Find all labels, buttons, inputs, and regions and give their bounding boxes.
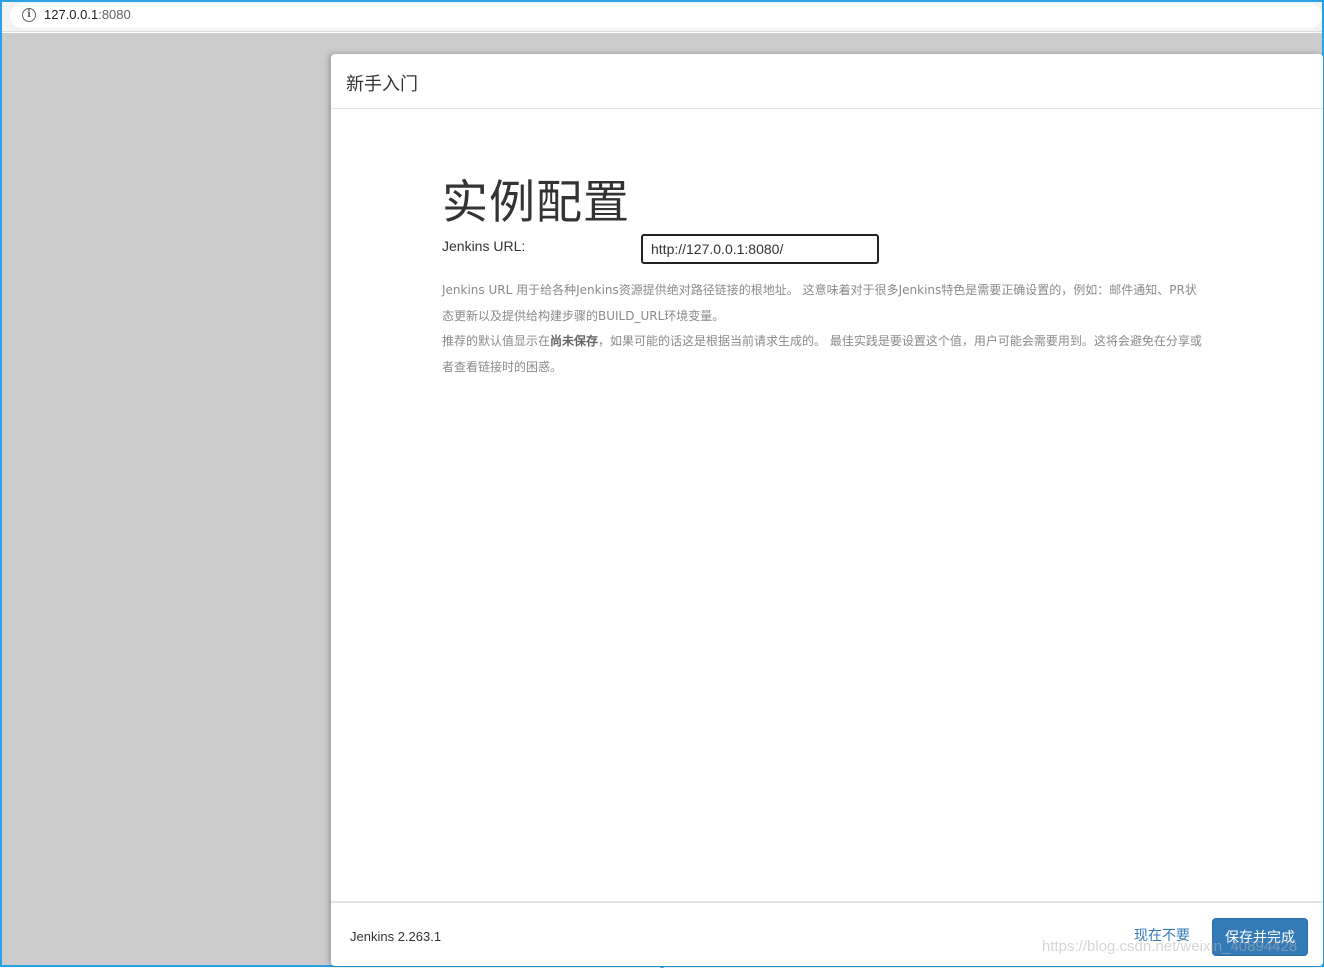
help-text-emphasis: 尚未保存: [550, 334, 599, 348]
jenkins-url-input[interactable]: [641, 234, 879, 264]
jenkins-url-label: Jenkins URL:: [442, 238, 526, 254]
version-label: Jenkins 2.263.1: [350, 929, 442, 944]
url-port: :8080: [98, 7, 131, 22]
watermark-text: https://blog.csdn.net/weixin_40894428: [1042, 938, 1298, 955]
url-field[interactable]: i 127.0.0.1:8080: [10, 4, 1322, 28]
site-info-icon[interactable]: i: [22, 8, 36, 22]
help-paragraph-1: Jenkins URL 用于给各种Jenkins资源提供绝对路径链接的根地址。 …: [442, 283, 1197, 323]
help-text: Jenkins URL 用于给各种Jenkins资源提供绝对路径链接的根地址。 …: [442, 278, 1206, 380]
setup-dialog: 新手入门 实例配置 Jenkins URL: Jenkins URL 用于给各种…: [331, 54, 1323, 966]
url-host: 127.0.0.1: [44, 7, 99, 22]
url-text[interactable]: 127.0.0.1:8080: [44, 7, 131, 22]
help-paragraph-2: 推荐的默认值显示在尚未保存，如果可能的话这是根据当前请求生成的。 最佳实践是要设…: [442, 329, 1206, 380]
browser-address-bar: i 127.0.0.1:8080: [2, 2, 1322, 32]
dialog-footer: Jenkins 2.263.1 现在不要 保存并完成: [331, 901, 1323, 966]
dialog-header: 新手入门: [331, 54, 1323, 109]
dialog-title: 新手入门: [346, 74, 418, 95]
page-heading: 实例配置: [442, 175, 630, 229]
help-text-prefix: 推荐的默认值显示在: [442, 334, 551, 348]
